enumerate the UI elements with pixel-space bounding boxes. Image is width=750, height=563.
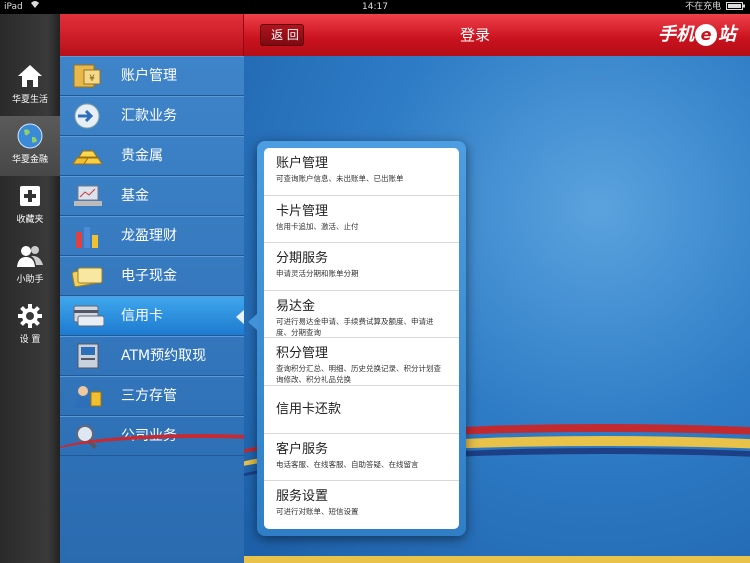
charging-label: 不在充电 [685, 2, 722, 12]
submenu-item-service[interactable]: 客户服务 电话客服、在线客服、自助答疑、在线留言 [264, 434, 459, 482]
submenu-item-desc: 电话客服、在线客服、自助答疑、在线留言 [276, 459, 419, 469]
submenu-item-points[interactable]: 积分管理 查询积分汇总、明细、历史兑换记录、积分计划查询修改、积分礼品兑换 [264, 338, 459, 386]
menu-item-label: ATM预约取现 [121, 348, 207, 364]
dock-label: 华夏金融 [11, 155, 48, 165]
home-icon [18, 65, 42, 87]
submenu-item-card[interactable]: 卡片管理 信用卡追加、激活、止付 [264, 196, 459, 244]
cash-card-icon [71, 267, 103, 288]
menu-item-custody[interactable]: 三方存管 [60, 376, 244, 416]
gold-bars-icon [72, 150, 103, 165]
credit-card-popover: 账户管理 可查询账户信息、未出账单、已出账单 卡片管理 信用卡追加、激活、止付 … [248, 141, 466, 536]
submenu-item-title: 积分管理 [276, 346, 329, 362]
submenu-item-title: 易达金 [276, 298, 316, 314]
custody-icon [75, 386, 102, 408]
submenu-item-desc: 查询积分汇总、明细、历史兑换记录、积分计划查询修改、积分礼品兑换 [276, 364, 441, 385]
popover-arrow [248, 313, 258, 331]
menu-item-label: 账户管理 [121, 68, 177, 84]
submenu-item-title: 卡片管理 [276, 203, 329, 219]
globe-icon [17, 123, 43, 149]
menu-item-account[interactable]: ¥ 账户管理 [60, 56, 244, 96]
business-menu: ¥ 账户管理 汇款业务 贵金属 基金 龙盈理财 电子现金 信用卡 ATM预约取现… [60, 56, 244, 563]
menu-item-label: 电子现金 [121, 268, 177, 284]
credit-card-submenu: 账户管理 可查询账户信息、未出账单、已出账单 卡片管理 信用卡追加、激活、止付 … [264, 148, 459, 529]
dock-label: 小助手 [16, 275, 44, 285]
svg-text:¥: ¥ [89, 74, 95, 84]
submenu-item-desc: 可进行对账单、短信设置 [276, 507, 359, 517]
submenu-item-account[interactable]: 账户管理 可查询账户信息、未出账单、已出账单 [264, 148, 459, 196]
submenu-item-title: 服务设置 [276, 489, 329, 505]
wealth-icon [76, 227, 98, 248]
submenu-item-title: 分期服务 [276, 251, 329, 267]
menu-item-label: 基金 [121, 188, 149, 204]
submenu-item-repayment[interactable]: 信用卡还款 [264, 386, 459, 434]
dock-item-finance[interactable]: 华夏金融 [0, 116, 60, 176]
menu-item-atm[interactable]: ATM预约取现 [60, 336, 244, 376]
gear-icon [18, 304, 42, 328]
plus-icon [20, 186, 40, 206]
app-dock: 华夏生活 华夏金融 收藏夹 小助手 设 置 [0, 14, 60, 563]
dock-label: 设 置 [19, 335, 41, 345]
dock-item-favorites[interactable]: 收藏夹 [0, 176, 60, 236]
menu-item-label: 龙盈理财 [121, 228, 177, 244]
submenu-item-desc: 可查询账户信息、未出账单、已出账单 [276, 174, 404, 183]
submenu-item-desc: 申请灵活分期和账单分期 [276, 269, 359, 279]
fund-icon [74, 185, 102, 206]
page-title: 登录 [459, 26, 490, 44]
submenu-item-desc: 可进行易达金申请、手续费试算及额度、申请进度、分期查询 [276, 316, 434, 337]
menu-item-credit-card[interactable]: 信用卡 [60, 296, 244, 336]
submenu-item-settings[interactable]: 服务设置 可进行对账单、短信设置 [264, 481, 459, 529]
dock-label: 华夏生活 [11, 95, 48, 105]
top-header: 返 回 登录 手机 e 站 [60, 14, 750, 56]
status-bar: iPad 14:17 不在充电 [0, 0, 750, 14]
menu-item-label: 汇款业务 [121, 108, 177, 124]
brand-e-icon: e [695, 24, 717, 46]
menu-item-label: 三方存管 [121, 388, 177, 404]
brand-text-post: 站 [718, 24, 736, 45]
account-icon: ¥ [73, 64, 101, 88]
remittance-icon [74, 103, 100, 129]
dock-item-life[interactable]: 华夏生活 [0, 56, 60, 116]
dock-label: 收藏夹 [16, 215, 44, 225]
submenu-item-desc: 信用卡追加、激活、止付 [276, 221, 359, 231]
submenu-item-title: 信用卡还款 [276, 401, 342, 417]
status-time: 14:17 [362, 2, 388, 12]
menu-item-label: 贵金属 [121, 148, 163, 164]
menu-item-remittance[interactable]: 汇款业务 [60, 96, 244, 136]
back-button[interactable]: 返 回 [260, 24, 304, 46]
menu-item-precious-metal[interactable]: 贵金属 [60, 136, 244, 176]
dock-item-settings[interactable]: 设 置 [0, 296, 60, 356]
atm-icon [77, 343, 99, 369]
submenu-item-installment[interactable]: 分期服务 申请灵活分期和账单分期 [264, 243, 459, 291]
submenu-item-title: 账户管理 [276, 156, 329, 171]
menu-item-wealth[interactable]: 龙盈理财 [60, 216, 244, 256]
menu-item-label: 信用卡 [121, 308, 163, 324]
menu-item-ecash[interactable]: 电子现金 [60, 256, 244, 296]
dock-item-assistant[interactable]: 小助手 [0, 236, 60, 296]
brand-logo: 手机 e 站 [658, 22, 736, 48]
submenu-item-title: 客户服务 [276, 441, 329, 457]
credit-card-icon [73, 305, 104, 327]
submenu-item-yidajin[interactable]: 易达金 可进行易达金申请、手续费试算及额度、申请进度、分期查询 [264, 291, 459, 339]
decorative-wave [60, 434, 244, 474]
people-icon [17, 246, 43, 267]
bottom-stripe [244, 556, 750, 563]
battery-status: 不在充电 [685, 0, 746, 14]
battery-icon [726, 2, 745, 10]
menu-item-fund[interactable]: 基金 [60, 176, 244, 216]
brand-text-pre: 手机 [658, 24, 694, 45]
header-menu-section [60, 14, 244, 56]
